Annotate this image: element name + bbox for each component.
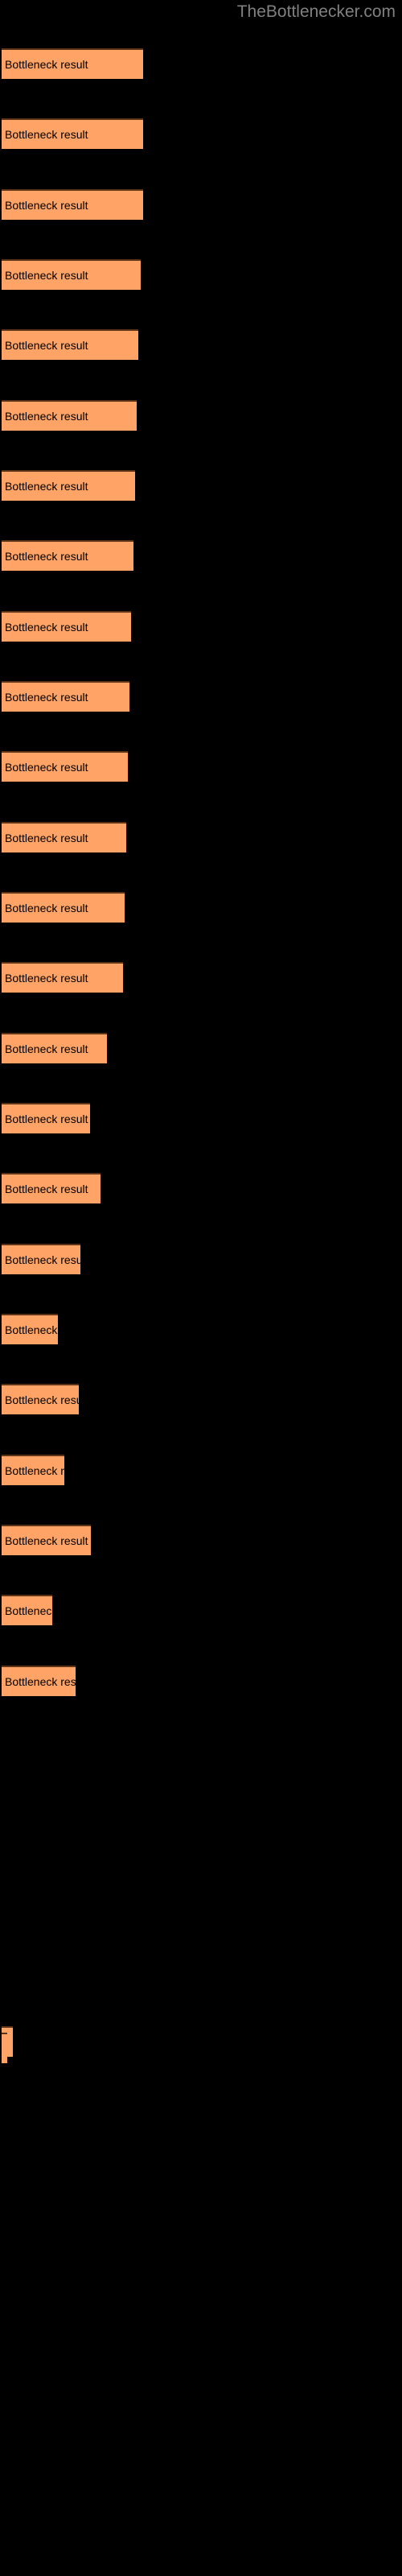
bar-row: Bottleneck result: [0, 1173, 100, 1203]
bar-label: Bottleneck result: [5, 902, 88, 914]
bottleneck-result-bar[interactable]: Bottleneck result: [2, 751, 128, 782]
bar-label: Bottleneck result: [5, 832, 88, 844]
bottleneck-result-bar[interactable]: Bottleneck result: [2, 540, 133, 571]
bottleneck-result-bar[interactable]: Bottleneck result: [2, 1244, 80, 1274]
bottleneck-result-bar[interactable]: Bottleneck result: [2, 1103, 90, 1133]
bar-row: Bottleneck result: [0, 1525, 91, 1555]
bar-label: Bottleneck result: [5, 339, 88, 352]
bottleneck-result-bar[interactable]: Bottleneck result: [2, 611, 131, 642]
bar-row: Bottleneck result: [0, 400, 137, 431]
bottleneck-result-bar[interactable]: Bottleneck result: [2, 470, 135, 501]
bar-label: Bottleneck result: [5, 1604, 52, 1617]
bar-row: Bottleneck result: [0, 540, 133, 571]
bar-row: Bottleneck result: [0, 1103, 90, 1133]
bar-label: Bottleneck result: [5, 1393, 79, 1406]
bar-label: Bottleneck result: [5, 410, 88, 423]
bar-row: Bottleneck result: [0, 1666, 76, 1696]
bar-row: Bottleneck result: [0, 1455, 64, 1485]
bottleneck-result-bar[interactable]: Bottleneck result: [2, 259, 141, 290]
bottleneck-result-bar[interactable]: Bottleneck result: [2, 1595, 52, 1625]
bar-row: Bottleneck result: [0, 1384, 79, 1414]
bar-label: Bottleneck result: [5, 480, 88, 493]
bar-row: Bottleneck result: [0, 329, 138, 360]
bar-label: Bottleneck result: [5, 1183, 88, 1195]
bar-label: Bottleneck result: [5, 1323, 58, 1336]
bar-row: Bottleneck result: [0, 48, 143, 79]
bottleneck-result-bar[interactable]: Bottleneck result: [2, 892, 125, 923]
bottleneck-result-bar[interactable]: Bottleneck result: [2, 48, 143, 79]
bottleneck-result-bar[interactable]: Bottleneck result: [2, 1384, 79, 1414]
bar-row: Bottleneck result: [0, 1595, 52, 1625]
bottleneck-result-bar[interactable]: Bottleneck result: [2, 962, 123, 993]
bar-row: Bottleneck result: [0, 822, 126, 852]
bottleneck-result-bar[interactable]: Bottleneck result: [2, 681, 129, 712]
bottleneck-result-bar[interactable]: Bottleneck result: [2, 189, 143, 220]
bar-row: Bottleneck result: [0, 962, 123, 993]
bottleneck-result-bar[interactable]: Bottleneck result: [2, 1525, 91, 1555]
bar-label: Bottleneck result: [5, 58, 88, 71]
bar-row: Bottleneck result: [0, 892, 125, 923]
bar-row: [0, 2033, 7, 2063]
bar-row: Bottleneck result: [0, 1033, 107, 1063]
bottleneck-result-bar[interactable]: Bottleneck result: [2, 822, 126, 852]
bar-row: Bottleneck result: [0, 259, 141, 290]
bar-label: Bottleneck result: [5, 1464, 64, 1477]
bottleneck-result-bar[interactable]: Bottleneck result: [2, 1033, 107, 1063]
bar-row: Bottleneck result: [0, 118, 143, 149]
bar-row: Bottleneck result: [0, 189, 143, 220]
bar-row: Bottleneck result: [0, 1244, 80, 1274]
bar-label: Bottleneck result: [5, 269, 88, 282]
bar-row: Bottleneck result: [0, 611, 131, 642]
bottleneck-result-bar[interactable]: Bottleneck result: [2, 1173, 100, 1203]
page-root: TheBottlenecker.com Bottleneck result Bot…: [0, 0, 402, 2576]
bar-row: Bottleneck result: [0, 470, 135, 501]
bar-row: Bottleneck result: [0, 1314, 58, 1344]
bar-label: Bottleneck result: [5, 128, 88, 141]
bar-label: Bottleneck result: [5, 1253, 80, 1266]
bottleneck-result-bar[interactable]: Bottleneck result: [2, 118, 143, 149]
bar-label: Bottleneck result: [5, 621, 88, 634]
bottleneck-result-bar[interactable]: [2, 2033, 7, 2063]
bottleneck-result-bar[interactable]: Bottleneck result: [2, 329, 138, 360]
bottleneck-result-bar[interactable]: Bottleneck result: [2, 1314, 58, 1344]
bar-label: Bottleneck result: [5, 1534, 88, 1547]
bar-label: Bottleneck result: [5, 972, 88, 985]
bar-label: Bottleneck result: [5, 1675, 76, 1688]
bar-label: Bottleneck result: [5, 199, 88, 212]
bar-label: Bottleneck result: [5, 761, 88, 774]
bottleneck-result-bar[interactable]: Bottleneck result: [2, 1666, 76, 1696]
bottleneck-result-bar[interactable]: Bottleneck result: [2, 1455, 64, 1485]
bar-label: Bottleneck result: [5, 550, 88, 563]
bar-label: Bottleneck result: [5, 1042, 88, 1055]
bar-label: Bottleneck result: [5, 691, 88, 704]
bottleneck-bar-chart: Bottleneck result Bottleneck result Bottle…: [0, 0, 402, 2576]
bar-label: Bottleneck result: [5, 1113, 88, 1125]
bottleneck-result-bar[interactable]: Bottleneck result: [2, 400, 137, 431]
bar-row: Bottleneck result: [0, 681, 129, 712]
bar-row: Bottleneck result: [0, 751, 128, 782]
